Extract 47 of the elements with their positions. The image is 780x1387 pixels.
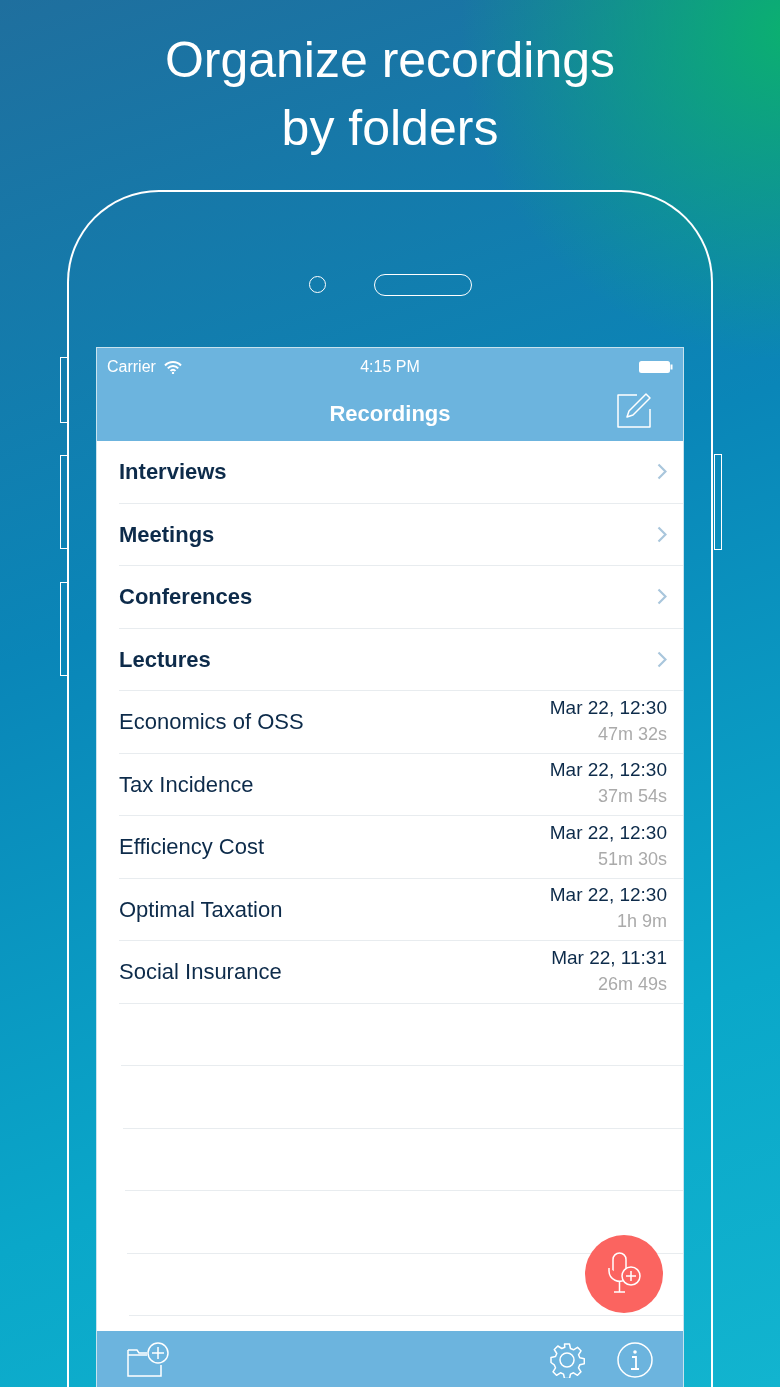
recording-title: Tax Incidence: [119, 770, 254, 799]
recording-duration: 26m 49s: [597, 972, 667, 996]
recording-duration: 51m 30s: [597, 847, 667, 871]
recording-duration: 47m 32s: [597, 722, 667, 746]
folder-row[interactable]: Conferences: [119, 566, 683, 629]
folder-name: Lectures: [119, 645, 211, 674]
folder-row[interactable]: Lectures: [119, 628, 683, 691]
headline: Organize recordings: [163, 31, 617, 90]
chevron-icon: [657, 463, 667, 481]
chevron-icon: [657, 650, 667, 668]
chevron-icon: [657, 588, 667, 606]
info-icon: [617, 1341, 653, 1378]
nav-title: Recordings: [329, 400, 451, 428]
recording-date: Mar 22, 11:31: [551, 945, 667, 970]
folder-plus-icon: [127, 1341, 169, 1378]
folder-name: Conferences: [119, 583, 253, 612]
recording-row[interactable]: Optimal Taxation Mar 22, 12:30 1h 9m: [119, 878, 683, 941]
recording-date: Mar 22, 12:30: [549, 820, 667, 845]
settings-button[interactable]: [549, 1341, 585, 1378]
folder-row[interactable]: Interviews: [119, 441, 683, 504]
recording-row[interactable]: Efficiency Cost Mar 22, 12:30 51m 30s: [119, 816, 683, 879]
compose-button[interactable]: [615, 392, 653, 428]
pencil-square-icon: [615, 392, 653, 428]
recording-duration: 37m 54s: [597, 785, 667, 809]
wifi-icon: [163, 360, 182, 374]
recording-date: Mar 22, 12:30: [549, 695, 667, 720]
status-time: 4:15 PM: [360, 357, 420, 377]
info-button[interactable]: [617, 1341, 653, 1378]
chevron-icon: [657, 525, 667, 543]
recording-date: Mar 22, 12:30: [549, 883, 667, 908]
folder-name: Meetings: [119, 520, 215, 549]
recording-duration: 1h 9m: [616, 910, 667, 934]
folder-row[interactable]: Meetings: [119, 503, 683, 566]
headline: by folders: [280, 99, 500, 158]
settings-icon: [549, 1341, 585, 1378]
battery-icon: [639, 360, 673, 374]
carrier-label: Carrier: [107, 357, 156, 377]
recording-row[interactable]: Social Insurance Mar 22, 11:31 26m 49s: [119, 941, 683, 1004]
recording-title: Optimal Taxation: [119, 895, 283, 924]
new-folder-button[interactable]: [127, 1341, 169, 1378]
recording-row[interactable]: Tax Incidence Mar 22, 12:30 37m 54s: [119, 753, 683, 816]
recording-title: Economics of OSS: [119, 708, 304, 737]
recording-row[interactable]: Economics of OSS Mar 22, 12:30 47m 32s: [119, 691, 683, 754]
recording-date: Mar 22, 12:30: [549, 758, 667, 783]
folder-name: Interviews: [119, 458, 227, 487]
recording-title: Efficiency Cost: [119, 833, 265, 862]
recording-title: Social Insurance: [119, 958, 282, 987]
